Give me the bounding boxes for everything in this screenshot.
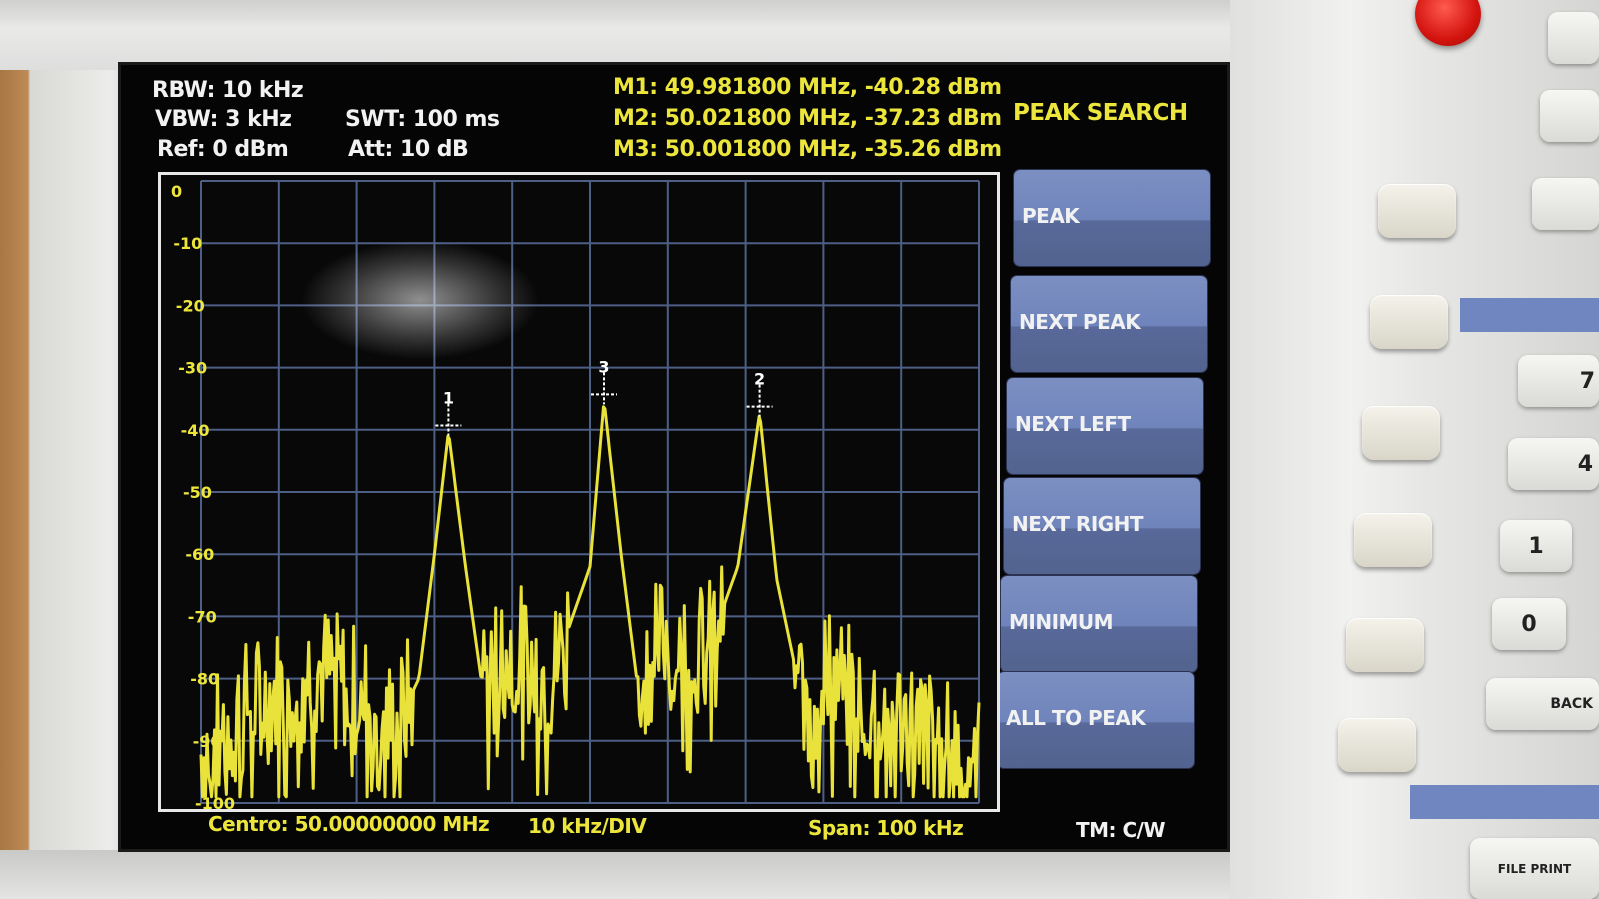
marker-readout-m1: M1: 49.981800 MHz, -40.28 dBm xyxy=(613,75,1002,100)
marker-3: 3 xyxy=(591,357,618,405)
y-tick-label: -20 xyxy=(176,296,205,315)
y-tick-label: -70 xyxy=(188,607,217,626)
hw-softkey-5[interactable] xyxy=(1346,618,1424,672)
y-tick-label: -50 xyxy=(183,483,212,502)
keypad-key-0[interactable]: 0 xyxy=(1492,598,1566,650)
softkey-label: ALL TO PEAK xyxy=(1006,706,1146,730)
softkey-minimum[interactable]: MINIMUM xyxy=(1001,576,1197,672)
hw-softkey-3[interactable] xyxy=(1362,406,1440,460)
marker-readout-m2: M2: 50.021800 MHz, -37.23 dBm xyxy=(613,106,1002,131)
softkey-label: PEAK xyxy=(1022,204,1080,228)
ref-level-readout: Ref: 0 dBm xyxy=(157,137,289,162)
y-tick-label: 0 xyxy=(171,182,182,201)
y-tick-label: -30 xyxy=(178,359,207,378)
vbw-readout: VBW: 3 kHz xyxy=(155,107,292,132)
attenuation-readout: Att: 10 dB xyxy=(348,137,469,162)
softkey-peak[interactable]: PEAK xyxy=(1014,170,1210,266)
spectrum-svg: 0-10-20-30-40-50-60-70-80-90-100 123 xyxy=(171,180,981,809)
softkey-label: NEXT LEFT xyxy=(1015,412,1131,436)
marker-1: 1 xyxy=(435,389,462,436)
softkey-next-right[interactable]: NEXT RIGHT xyxy=(1004,478,1200,574)
softkey-next-peak[interactable]: NEXT PEAK xyxy=(1011,276,1207,372)
key-label: 0 xyxy=(1521,611,1537,637)
panel-stripe xyxy=(1460,298,1599,332)
softkey-label: NEXT PEAK xyxy=(1019,310,1141,334)
y-tick-label: -40 xyxy=(181,421,210,440)
softkey-label: MINIMUM xyxy=(1009,610,1114,634)
y-tick-label: -60 xyxy=(185,545,214,564)
key-label: 4 xyxy=(1577,451,1593,477)
keypad-key-4[interactable]: 4 xyxy=(1508,438,1599,490)
key-label: FILE PRINT xyxy=(1497,861,1572,876)
marker-readout-m3: M3: 50.001800 MHz, -35.26 dBm xyxy=(613,137,1002,162)
y-tick-label: -10 xyxy=(173,234,202,253)
hw-softkey-2[interactable] xyxy=(1370,295,1448,349)
softkey-label: NEXT RIGHT xyxy=(1012,512,1144,536)
hw-softkey-6[interactable] xyxy=(1338,718,1416,772)
y-tick-label: -80 xyxy=(190,670,219,689)
marker-label: 2 xyxy=(754,370,765,389)
marker-label: 1 xyxy=(443,389,454,408)
softkey-next-left[interactable]: NEXT LEFT xyxy=(1007,378,1203,474)
menu-title: PEAK SEARCH xyxy=(1013,100,1188,126)
keypad-key-1[interactable]: 1 xyxy=(1500,520,1572,572)
panel-stripe xyxy=(1410,785,1599,819)
trace-mode-readout: TM: C/W xyxy=(1076,818,1166,842)
keypad-key[interactable] xyxy=(1540,90,1599,142)
keypad-key-7[interactable]: 7 xyxy=(1518,355,1599,407)
instrument-photo: 7 4 1 0 BACK FILE PRINT RBW: 10 kHz VBW:… xyxy=(0,0,1599,899)
keypad-top-key[interactable] xyxy=(1548,12,1599,64)
hw-softkey-4[interactable] xyxy=(1354,513,1432,567)
hw-softkey-1[interactable] xyxy=(1378,184,1456,238)
center-frequency: Centro: 50.00000000 MHz xyxy=(208,812,490,836)
keypad-key-file-print[interactable]: FILE PRINT xyxy=(1470,838,1599,899)
key-label: 7 xyxy=(1579,368,1595,394)
marker-label: 3 xyxy=(598,357,609,376)
scale-per-division: 10 kHz/DIV xyxy=(528,814,647,838)
instrument-bezel-left xyxy=(0,0,120,899)
key-label: 1 xyxy=(1528,533,1544,559)
marker-2: 2 xyxy=(746,370,773,417)
keypad-key-back[interactable]: BACK xyxy=(1486,678,1599,730)
softkey-all-to-peak[interactable]: ALL TO PEAK xyxy=(998,672,1194,768)
rbw-readout: RBW: 10 kHz xyxy=(152,78,304,103)
spectrum-plot: 0 -10 -20 -30 -40 -50 -60 -70 -80 -90 -100 123 xyxy=(158,172,1000,812)
key-label: BACK xyxy=(1550,696,1593,712)
span-readout: Span: 100 kHz xyxy=(808,816,964,840)
sweep-time-readout: SWT: 100 ms xyxy=(345,107,500,132)
keypad-key[interactable] xyxy=(1532,178,1599,230)
